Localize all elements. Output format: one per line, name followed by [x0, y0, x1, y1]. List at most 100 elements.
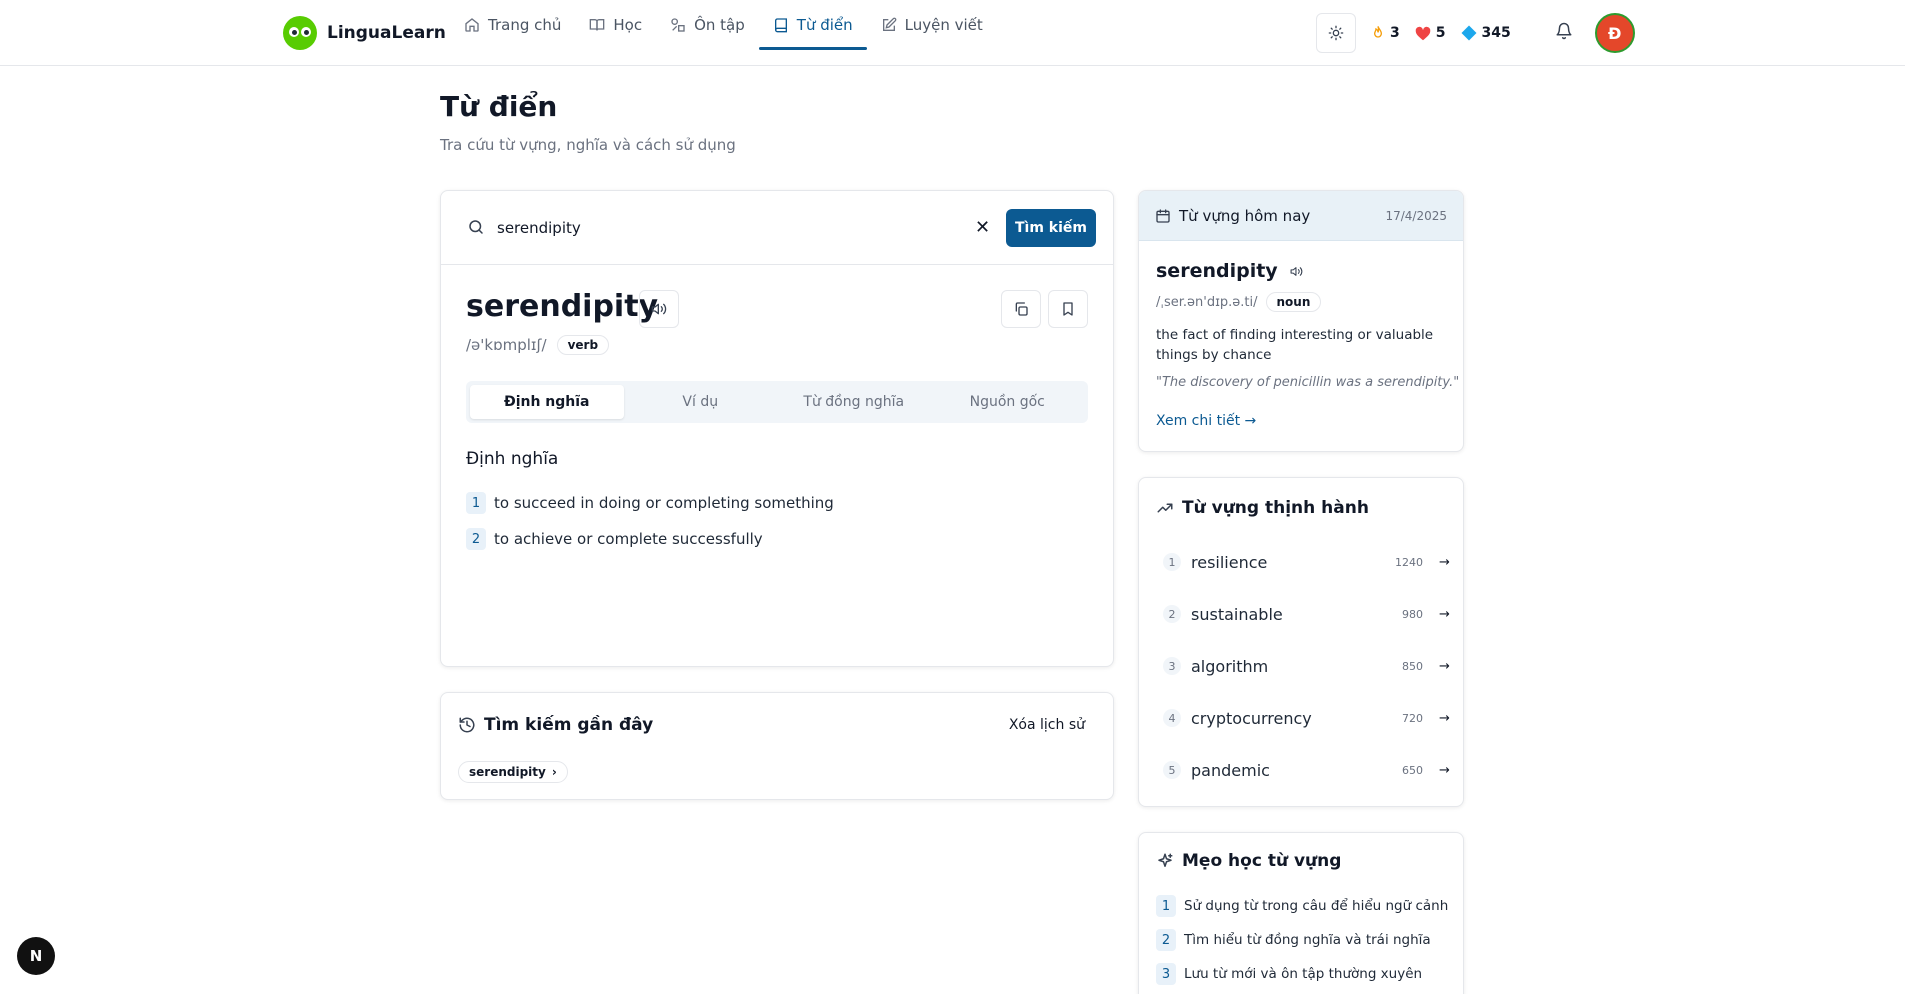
tips-title-label: Mẹo học từ vựng	[1182, 851, 1342, 871]
trending-count: 720	[1402, 711, 1423, 725]
tab-examples[interactable]: Ví dụ	[624, 385, 778, 419]
tip-text: Sử dụng từ trong câu để hiểu ngữ cảnh	[1184, 898, 1449, 914]
vocab-tips-card: Mẹo học từ vựng 1 Sử dụng từ trong câu đ…	[1138, 832, 1464, 994]
entry-phonetic-row: /ə'kɒmplɪʃ/ verb	[466, 335, 610, 355]
search-button[interactable]: Tìm kiếm	[1006, 209, 1096, 247]
nav-item-review[interactable]: Ôn tập	[656, 0, 759, 50]
tip-number: 1	[1156, 895, 1176, 917]
trending-item[interactable]: 4 cryptocurrency 720 →	[1163, 692, 1451, 744]
recent-searches-title: Tìm kiếm gần đây	[458, 715, 653, 735]
arrow-right-icon: →	[1439, 762, 1450, 778]
entry-word: serendipity	[466, 289, 659, 324]
nav-item-dictionary[interactable]: Từ điển	[758, 0, 867, 50]
owl-logo-icon	[283, 16, 317, 50]
word-of-day-example: "The discovery of penicillin was a seren…	[1156, 375, 1460, 390]
hearts-stat[interactable]: 5	[1414, 25, 1446, 41]
tip-item: 1 Sử dụng từ trong câu để hiểu ngữ cảnh	[1156, 889, 1448, 923]
word-of-day-phonetic-row: /ˌser.ən'dɪp.ə.ti/ noun	[1156, 292, 1322, 312]
history-icon	[459, 717, 475, 733]
definition-item: 1 to succeed in doing or completing some…	[466, 485, 834, 521]
streak-stat[interactable]: 3	[1370, 24, 1400, 42]
user-avatar[interactable]: Đ	[1594, 13, 1635, 53]
entry-phonetic: /ə'kɒmplɪʃ/	[466, 336, 547, 354]
recent-search-term: serendipity	[469, 765, 546, 779]
gems-stat[interactable]: 345	[1460, 24, 1511, 42]
tab-definition[interactable]: Định nghĩa	[470, 385, 624, 419]
trending-rank: 2	[1163, 605, 1181, 623]
book-open-icon	[590, 19, 605, 31]
search-bar: ✕ Tìm kiếm	[441, 191, 1113, 265]
word-of-day-date: 17/4/2025	[1385, 208, 1447, 223]
trending-item[interactable]: 1 resilience 1240 →	[1163, 536, 1451, 588]
part-of-speech-badge: noun	[1265, 292, 1322, 312]
trending-words-card: Từ vựng thịnh hành 1 resilience 1240 → 2…	[1138, 477, 1464, 807]
tab-synonyms[interactable]: Từ đồng nghĩa	[777, 385, 931, 419]
nav-item-label: Luyện viết	[904, 16, 983, 34]
gem-icon	[1461, 25, 1476, 41]
trending-title-label: Từ vựng thịnh hành	[1182, 498, 1369, 518]
bell-icon	[1556, 22, 1572, 40]
search-input[interactable]	[497, 213, 937, 243]
recent-searches-card: Tìm kiếm gần đây Xóa lịch sử serendipity…	[440, 692, 1114, 800]
trending-word: sustainable	[1191, 604, 1283, 624]
definition-item: 2 to achieve or complete successfully	[466, 521, 834, 557]
recent-searches-label: Tìm kiếm gần đây	[484, 715, 654, 735]
pronounce-button[interactable]	[639, 290, 679, 328]
sparkles-icon	[1158, 853, 1173, 867]
notifications-button[interactable]	[1555, 22, 1573, 44]
header-actions: 3 5 345 Đ	[1316, 12, 1635, 54]
nav-item-learn[interactable]: Học	[575, 0, 656, 50]
bookmark-button[interactable]	[1048, 290, 1088, 328]
calendar-icon	[1156, 208, 1170, 223]
trending-list: 1 resilience 1240 → 2 sustainable 980 → …	[1163, 536, 1451, 796]
tips-title: Mẹo học từ vựng	[1156, 851, 1341, 871]
tips-list: 1 Sử dụng từ trong câu để hiểu ngữ cảnh …	[1156, 889, 1448, 991]
word-of-day-phonetic: /ˌser.ən'dɪp.ə.ti/	[1156, 294, 1258, 310]
word-of-day-word-row: serendipity	[1156, 260, 1303, 282]
nav-item-label: Trang chủ	[488, 16, 562, 34]
word-of-day-definition: the fact of finding interesting or valua…	[1156, 327, 1434, 363]
trending-count: 650	[1402, 763, 1423, 777]
nav-item-label: Ôn tập	[694, 16, 745, 34]
clear-search-button[interactable]: ✕	[975, 217, 990, 238]
nav-item-home[interactable]: Trang chủ	[450, 0, 575, 50]
definition-number: 1	[466, 492, 486, 514]
chevron-right-icon: ›	[551, 765, 557, 779]
arrow-right-icon: →	[1439, 554, 1450, 570]
arrow-right-icon: →	[1439, 606, 1450, 622]
word-of-day-card: Từ vựng hôm nay 17/4/2025 serendipity /ˌ…	[1138, 190, 1464, 452]
trending-word: cryptocurrency	[1191, 708, 1312, 728]
search-icon	[469, 220, 483, 234]
tip-number: 3	[1156, 963, 1176, 985]
definition-heading: Định nghĩa	[466, 449, 559, 469]
nav-item-writing[interactable]: Luyện viết	[867, 0, 997, 50]
nextjs-dev-badge[interactable]: N	[17, 937, 55, 975]
copy-icon	[1015, 302, 1028, 316]
view-details-link[interactable]: Xem chi tiết →	[1156, 413, 1256, 429]
trending-count: 850	[1402, 659, 1423, 673]
page-title: Từ điển	[440, 90, 558, 123]
trending-item[interactable]: 5 pandemic 650 →	[1163, 744, 1451, 796]
tip-text: Lưu từ mới và ôn tập thường xuyên	[1184, 966, 1423, 982]
trending-word: pandemic	[1191, 760, 1270, 780]
word-of-day-title: Từ vựng hôm nay	[1179, 206, 1311, 225]
brand[interactable]: LinguaLearn	[283, 16, 446, 50]
book-icon	[774, 18, 787, 33]
tip-item: 2 Tìm hiểu từ đồng nghĩa và trái nghĩa	[1156, 923, 1448, 957]
pencil-icon	[882, 17, 897, 31]
streak-count: 3	[1390, 25, 1400, 41]
trending-item[interactable]: 2 sustainable 980 →	[1163, 588, 1451, 640]
trending-item[interactable]: 3 algorithm 850 →	[1163, 640, 1451, 692]
tip-item: 3 Lưu từ mới và ôn tập thường xuyên	[1156, 957, 1448, 991]
speaker-icon[interactable]	[1290, 265, 1303, 278]
clear-history-button[interactable]: Xóa lịch sử	[1009, 717, 1085, 733]
copy-button[interactable]	[1001, 290, 1041, 328]
tab-etymology[interactable]: Nguồn gốc	[931, 385, 1085, 419]
theme-toggle-button[interactable]	[1316, 13, 1356, 53]
recent-search-chip[interactable]: serendipity ›	[458, 761, 568, 783]
trending-up-icon	[1157, 503, 1173, 513]
trending-count: 980	[1402, 607, 1423, 621]
definition-number: 2	[466, 528, 486, 550]
trending-word: resilience	[1191, 552, 1268, 572]
word-of-day-word: serendipity	[1156, 260, 1278, 282]
